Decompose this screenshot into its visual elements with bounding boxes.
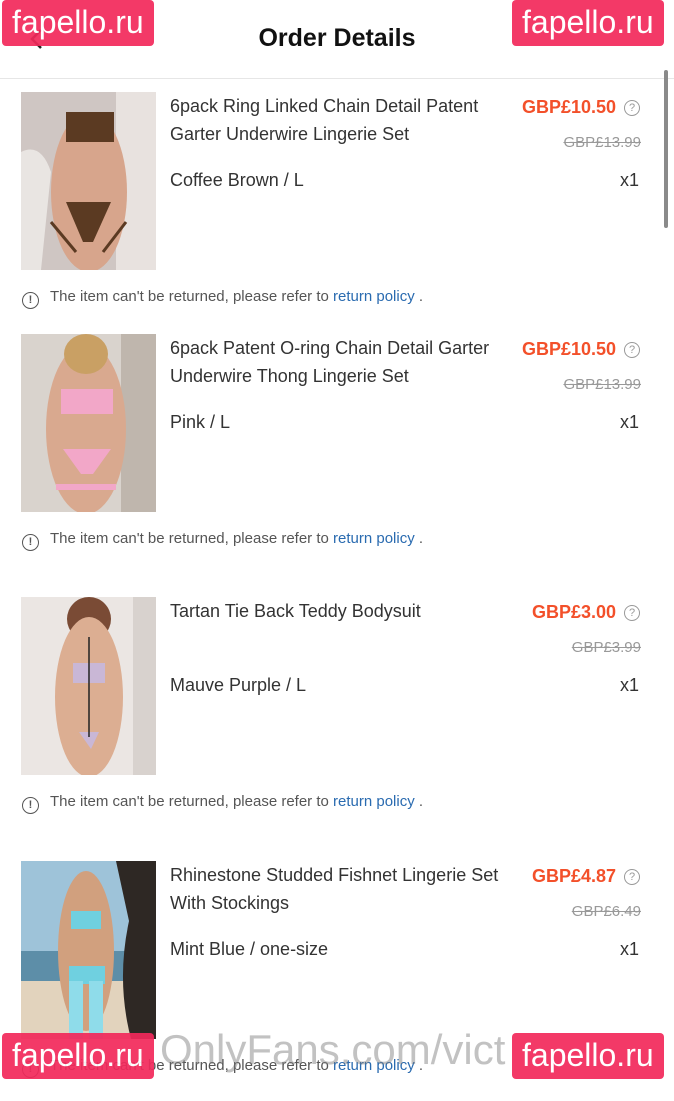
product-quantity: x1 [619, 675, 639, 695]
sale-price: GBP£3.00 [531, 602, 616, 622]
order-item[interactable]: 6pack Ring Linked Chain Detail Patent Ga… [0, 92, 674, 332]
alert-icon: ! [22, 292, 39, 309]
product-variant: Mint Blue / one-size [170, 939, 329, 959]
product-quantity: x1 [619, 412, 639, 432]
product-variant: Pink / L [170, 412, 231, 432]
return-notice: !The item can't be returned, please refe… [22, 530, 423, 551]
product-variant: Mauve Purple / L [170, 675, 307, 695]
help-icon[interactable]: ? [624, 605, 640, 621]
watermark-bottom-text: OnlyFans.com/vict [160, 1026, 506, 1073]
order-item[interactable]: 6pack Patent O-ring Chain Detail Garter … [0, 334, 674, 574]
product-name[interactable]: 6pack Patent O-ring Chain Detail Garter … [170, 334, 515, 390]
return-policy-link[interactable]: return policy [333, 793, 415, 810]
product-name[interactable]: 6pack Ring Linked Chain Detail Patent Ga… [170, 92, 515, 148]
watermark-bottom-right: fapello.ru [512, 1033, 664, 1079]
alert-icon: ! [22, 797, 39, 814]
help-icon[interactable]: ? [624, 869, 640, 885]
sale-price: GBP£10.50 [521, 339, 616, 359]
return-policy-link[interactable]: return policy [333, 530, 415, 547]
product-quantity: x1 [619, 170, 639, 190]
product-image[interactable] [21, 334, 156, 512]
original-price: GBP£13.99 [563, 376, 641, 393]
sale-price: GBP£10.50 [521, 97, 616, 117]
product-name[interactable]: Tartan Tie Back Teddy Bodysuit [170, 597, 515, 625]
product-quantity: x1 [619, 939, 639, 959]
order-item[interactable]: Tartan Tie Back Teddy Bodysuit GBP£3.00 … [0, 597, 674, 837]
watermark-top-left: fapello.ru [2, 0, 154, 46]
original-price: GBP£3.99 [571, 639, 641, 656]
return-notice: !The item can't be returned, please refe… [22, 793, 423, 814]
product-name[interactable]: Rhinestone Studded Fishnet Lingerie Set … [170, 861, 515, 917]
watermark-bottom-left: fapello.ru [2, 1033, 154, 1079]
return-policy-link[interactable]: return policy [333, 288, 415, 305]
product-image[interactable] [21, 597, 156, 775]
alert-icon: ! [22, 534, 39, 551]
help-icon[interactable]: ? [624, 342, 640, 358]
sale-price: GBP£4.87 [531, 866, 616, 886]
original-price: GBP£13.99 [563, 134, 641, 151]
help-icon[interactable]: ? [624, 100, 640, 116]
watermark-top-right: fapello.ru [512, 0, 664, 46]
product-variant: Coffee Brown / L [170, 170, 304, 190]
original-price: GBP£6.49 [571, 903, 641, 920]
return-notice: !The item can't be returned, please refe… [22, 288, 423, 309]
product-image[interactable] [21, 92, 156, 270]
product-image[interactable] [21, 861, 156, 1039]
